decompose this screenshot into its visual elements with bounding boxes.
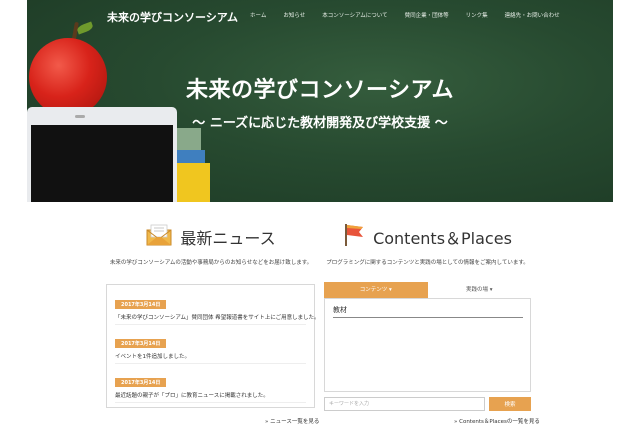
nav-links[interactable]: リンク集 xyxy=(466,11,488,19)
page-margin-right xyxy=(613,0,640,426)
nav-supporters[interactable]: 賛同企業・団体等 xyxy=(405,11,449,19)
nav-about[interactable]: 本コンソーシアムについて xyxy=(322,11,387,19)
list-item[interactable]: 2017年3月14日 最近話題の親子が「プロ」に教育ニュースに掲載されました。 xyxy=(115,369,306,403)
search-input[interactable] xyxy=(324,397,485,411)
site-title[interactable]: 未来の学びコンソーシアム xyxy=(107,9,238,25)
news-header: 最新ニュース xyxy=(106,222,316,252)
hero-banner: 未来の学びコンソーシアム ホーム お知らせ 本コンソーシアムについて 賛同企業・… xyxy=(27,0,613,202)
page-margin-left xyxy=(0,0,27,426)
news-date: 2017年3月14日 xyxy=(115,378,167,387)
news-text[interactable]: 「未来の学びコンソーシアム」賛同団体 希望報道書をサイト上にご用意しました。 xyxy=(115,313,320,325)
laptop-image xyxy=(27,107,177,202)
contents-panel: 教材 xyxy=(324,298,531,392)
tab-places[interactable]: 実践の場 ▾ xyxy=(427,282,531,298)
search-button[interactable]: 検索 xyxy=(489,397,531,411)
news-text[interactable]: 最近話題の親子が「プロ」に教育ニュースに掲載されました。 xyxy=(115,391,306,403)
category-label[interactable]: 教材 xyxy=(333,305,523,318)
news-date: 2017年3月14日 xyxy=(115,300,167,309)
nav-home[interactable]: ホーム xyxy=(250,11,266,19)
book-green xyxy=(177,128,201,152)
contents-description: プログラミングに関するコンテンツと実践の場としての情報をご案内しています。 xyxy=(326,260,529,266)
list-item[interactable]: 2017年3月14日 イベントを1件追加しました。 xyxy=(115,330,306,364)
hero-subtitle: ～ ニーズに応じた教材開発及び学校支援 ～ xyxy=(192,116,448,131)
contents-tabs: コンテンツ ▾ 実践の場 ▾ xyxy=(324,282,531,298)
contents-header: Contents＆Places xyxy=(324,222,531,252)
news-text[interactable]: イベントを1件追加しました。 xyxy=(115,352,306,364)
list-item[interactable]: 2017年3月14日 「未来の学びコンソーシアム」賛同団体 希望報道書をサイト上… xyxy=(115,291,320,325)
news-date: 2017年3月14日 xyxy=(115,339,167,348)
apple-image xyxy=(29,38,107,116)
contents-section: Contents＆Places プログラミングに関するコンテンツと実践の場として… xyxy=(324,222,540,425)
top-navbar: 未来の学びコンソーシアム ホーム お知らせ 本コンソーシアムについて 賛同企業・… xyxy=(27,0,613,32)
laptop-camera xyxy=(75,115,85,118)
news-section: 最新ニュース 未来の学びコンソーシアムの活動や事務局からのお知らせなどをお届け致… xyxy=(106,222,320,425)
news-more-link[interactable]: » ニュース一覧を見る xyxy=(265,417,319,425)
laptop-screen xyxy=(31,125,173,202)
news-description: 未来の学びコンソーシアムの活動や事務局からのお知らせなどをお届け致します。 xyxy=(109,260,313,266)
nav-news[interactable]: お知らせ xyxy=(283,11,305,19)
hero-title: 未来の学びコンソーシアム xyxy=(185,78,455,103)
search-row: 検索 xyxy=(324,397,531,411)
contents-more-link[interactable]: » Contents＆Placesの一覧を見る xyxy=(454,417,540,425)
page: 未来の学びコンソーシアム ホーム お知らせ 本コンソーシアムについて 賛同企業・… xyxy=(0,0,640,426)
main-nav: ホーム お知らせ 本コンソーシアムについて 賛同企業・団体等 リンク集 連絡先・… xyxy=(250,11,577,19)
news-list: 2017年3月14日 「未来の学びコンソーシアム」賛同団体 希望報道書をサイト上… xyxy=(106,284,320,408)
contents-heading: Contents＆Places xyxy=(373,229,512,248)
nav-contact[interactable]: 連絡先・お問い合わせ xyxy=(505,11,560,19)
envelope-icon xyxy=(146,224,172,250)
book-yellow xyxy=(177,163,210,202)
news-heading: 最新ニュース xyxy=(180,229,276,248)
tab-contents[interactable]: コンテンツ ▾ xyxy=(324,282,428,298)
flag-icon xyxy=(343,223,365,251)
